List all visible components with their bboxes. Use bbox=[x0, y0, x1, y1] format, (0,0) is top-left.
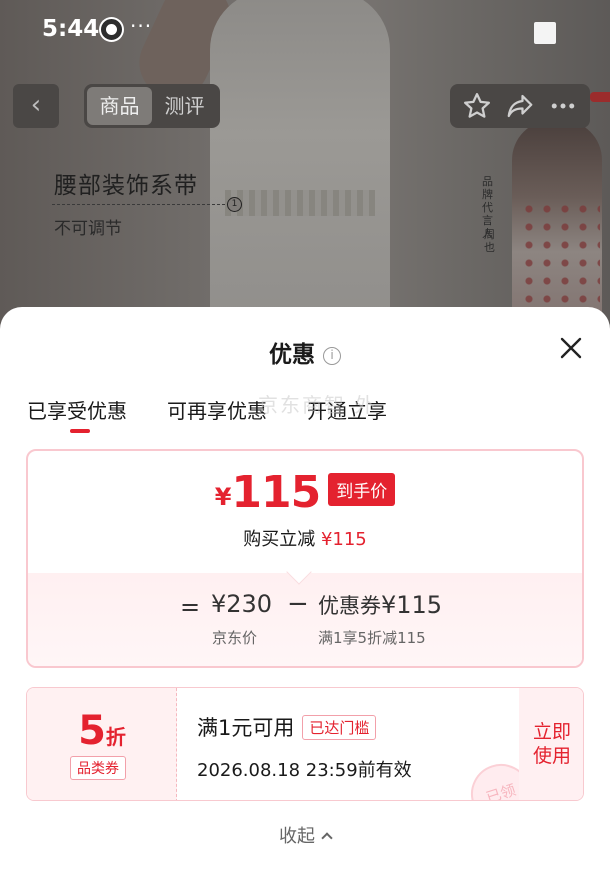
nav-actions bbox=[450, 84, 590, 128]
collapse-button[interactable]: 收起 bbox=[0, 822, 610, 848]
share-icon[interactable] bbox=[505, 91, 535, 121]
original-price-label: 京东价 bbox=[212, 629, 258, 647]
threshold-met-badge: 已达门槛 bbox=[302, 715, 377, 740]
endorser-name: 周也 bbox=[484, 228, 495, 254]
feature-divider bbox=[52, 204, 230, 205]
saving-prefix: 购买立减 bbox=[243, 529, 316, 550]
price-currency: ¥ bbox=[214, 483, 232, 511]
coupon-condition-text: 满1元可用 bbox=[197, 716, 295, 740]
more-icon[interactable] bbox=[548, 91, 578, 121]
original-price: ¥230 bbox=[211, 590, 273, 618]
coupon-description: 满1享5折减115 bbox=[318, 629, 426, 647]
feature-number: 1 bbox=[227, 197, 242, 212]
saving-line: 购买立减 ¥115 bbox=[28, 525, 582, 551]
price-card: ¥115 到手价 购买立减 ¥115 = ¥230 京东价 − 优惠券¥115 满… bbox=[26, 449, 584, 668]
coupon-prefix: 优惠券 bbox=[318, 594, 381, 618]
status-more-dots: ··· bbox=[130, 14, 153, 38]
feature-title: 腰部装饰系带 bbox=[54, 173, 198, 199]
discount-number: 5 bbox=[78, 708, 106, 754]
use-now-label-1: 立即 bbox=[532, 721, 571, 743]
nav-tabs: 商品 测评 bbox=[84, 84, 220, 128]
equals-sign: = bbox=[180, 593, 201, 621]
product-image: 品牌代言人 周也 腰部装饰系带 1 不可调节 bbox=[0, 0, 610, 340]
notification-app-icon bbox=[101, 19, 122, 40]
coupon-type-badge: 品类券 bbox=[70, 756, 126, 780]
status-time: 5:44 bbox=[42, 16, 100, 42]
dress-waist-detail bbox=[225, 190, 375, 216]
coupon-condition: 满1元可用 已达门槛 bbox=[197, 712, 377, 742]
tab-enjoyed-discounts[interactable]: 已享受优惠 bbox=[27, 395, 127, 433]
final-price: 115 bbox=[231, 467, 321, 518]
tab-review[interactable]: 测评 bbox=[152, 87, 217, 125]
discount-sheet: 优惠 i 已享受优惠 可再享优惠 开通立享 京东商智 外 ¥115 到手价 购买立减… bbox=[0, 307, 610, 872]
chevron-left-icon: ‹ bbox=[30, 90, 42, 120]
discount-unit: 折 bbox=[105, 725, 126, 749]
use-now-button[interactable]: 立即 使用 bbox=[519, 688, 583, 800]
price-breakdown: = ¥230 京东价 − 优惠券¥115 满1享5折减115 bbox=[28, 559, 582, 666]
tab-more-discounts[interactable]: 可再享优惠 bbox=[167, 395, 267, 424]
watermark: 京东商智 外 bbox=[258, 393, 377, 417]
coupon-deduction: 优惠券¥115 bbox=[318, 590, 442, 620]
coupon-value-panel: 5折 品类券 bbox=[27, 688, 177, 800]
close-button[interactable] bbox=[556, 333, 586, 363]
dress-figure bbox=[210, 0, 390, 340]
minus-sign: − bbox=[287, 589, 309, 619]
final-price-badge: 到手价 bbox=[328, 473, 396, 506]
feature-subtitle: 不可调节 bbox=[54, 219, 122, 239]
star-icon[interactable] bbox=[462, 91, 492, 121]
sheet-title-text: 优惠 bbox=[269, 342, 315, 368]
use-now-label-2: 使用 bbox=[532, 745, 571, 767]
status-square-icon bbox=[534, 22, 556, 44]
chevron-up-icon bbox=[321, 832, 333, 844]
collapse-label: 收起 bbox=[279, 826, 315, 847]
coupon-ticket: 5折 品类券 满1元可用 已达门槛 2026.08.18 23:59前有效 已领 … bbox=[26, 687, 584, 801]
coupon-expiry: 2026.08.18 23:59前有效 bbox=[197, 760, 412, 781]
promo-tip bbox=[590, 92, 610, 102]
saving-value: ¥115 bbox=[320, 529, 367, 550]
coupon-value: ¥115 bbox=[381, 591, 443, 619]
tab-product[interactable]: 商品 bbox=[87, 87, 152, 125]
sheet-title: 优惠 i bbox=[0, 335, 610, 369]
coupon-discount: 5折 bbox=[27, 708, 177, 754]
back-button[interactable]: ‹ bbox=[13, 84, 59, 128]
close-icon bbox=[560, 337, 582, 359]
info-icon[interactable]: i bbox=[323, 347, 341, 365]
